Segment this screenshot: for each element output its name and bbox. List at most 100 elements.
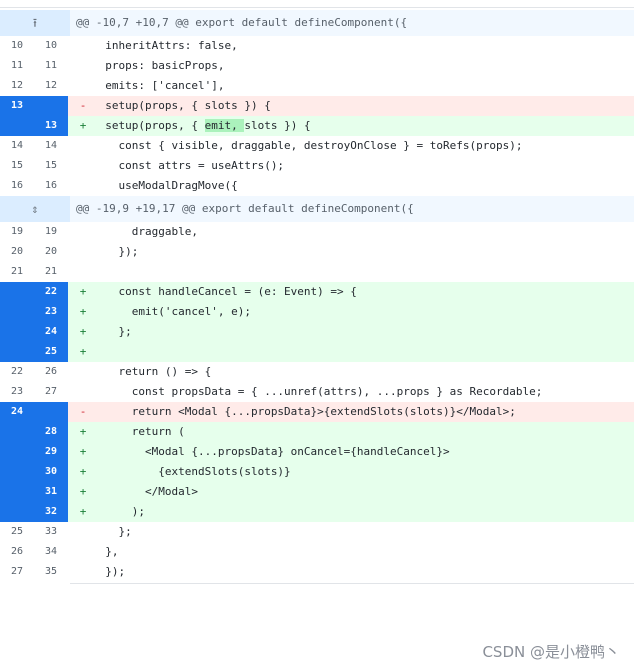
line-code: + ); — [68, 502, 634, 522]
new-line-number[interactable]: 27 — [34, 382, 68, 402]
line-code: const attrs = useAttrs(); — [68, 156, 634, 176]
watermark: CSDN @是小橙鸭丶 — [482, 643, 620, 661]
added-sign: + — [79, 345, 87, 358]
line-code: + }; — [68, 322, 634, 342]
diff-line: 21 21 — [0, 262, 634, 282]
code-text: slots }) { — [244, 119, 311, 132]
new-line-number[interactable] — [34, 96, 68, 116]
code-text: ); — [105, 505, 145, 518]
line-code: + emit('cancel', e); — [68, 302, 634, 322]
old-line-number[interactable]: 21 — [0, 262, 34, 282]
old-line-number[interactable] — [0, 442, 34, 462]
line-code: emits: ['cancel'], — [68, 76, 634, 96]
diff-line-added: 32 + ); — [0, 502, 634, 522]
new-line-number[interactable]: 13 — [34, 116, 68, 136]
old-line-number[interactable] — [0, 422, 34, 442]
new-line-number[interactable]: 23 — [34, 302, 68, 322]
new-line-number[interactable]: 22 — [34, 282, 68, 302]
code-text: emits: ['cancel'], — [105, 79, 225, 92]
new-line-number[interactable]: 33 — [34, 522, 68, 542]
code-text: </Modal> — [105, 485, 198, 498]
line-code: }); — [68, 562, 634, 582]
new-line-number[interactable]: 14 — [34, 136, 68, 156]
old-line-number[interactable] — [0, 302, 34, 322]
added-sign: + — [79, 325, 87, 338]
old-line-number[interactable]: 24 — [0, 402, 34, 422]
new-line-number[interactable] — [34, 402, 68, 422]
new-line-number[interactable]: 19 — [34, 222, 68, 242]
new-line-number[interactable]: 28 — [34, 422, 68, 442]
line-code: }; — [68, 522, 634, 542]
code-text: useModalDragMove({ — [105, 179, 238, 192]
new-line-number[interactable]: 10 — [34, 36, 68, 56]
old-line-number[interactable] — [0, 482, 34, 502]
new-line-number[interactable]: 15 — [34, 156, 68, 176]
code-text: const handleCancel = (e: Event) => { — [105, 285, 357, 298]
line-code: + {extendSlots(slots)} — [68, 462, 634, 482]
old-line-number[interactable]: 27 — [0, 562, 34, 582]
old-line-number[interactable]: 11 — [0, 56, 34, 76]
diff-line: 22 26 return () => { — [0, 362, 634, 382]
old-line-number[interactable]: 16 — [0, 176, 34, 196]
word-highlight: emit, — [204, 119, 245, 132]
old-line-number[interactable]: 14 — [0, 136, 34, 156]
new-line-number[interactable]: 35 — [34, 562, 68, 582]
code-text: return () => { — [105, 365, 212, 378]
diff-line: 25 33 }; — [0, 522, 634, 542]
added-sign: + — [79, 505, 87, 518]
new-line-number[interactable]: 20 — [34, 242, 68, 262]
line-code: }, — [68, 542, 634, 562]
line-code: return () => { — [68, 362, 634, 382]
line-code: draggable, — [68, 222, 634, 242]
code-text: const attrs = useAttrs(); — [105, 159, 285, 172]
line-code: props: basicProps, — [68, 56, 634, 76]
old-line-number[interactable]: 23 — [0, 382, 34, 402]
new-line-number[interactable]: 11 — [34, 56, 68, 76]
line-code: useModalDragMove({ — [68, 176, 634, 196]
new-line-number[interactable]: 31 — [34, 482, 68, 502]
old-line-number[interactable] — [0, 502, 34, 522]
diff-line: 14 14 const { visible, draggable, destro… — [0, 136, 634, 156]
old-line-number[interactable]: 22 — [0, 362, 34, 382]
diff-line: 15 15 const attrs = useAttrs(); — [0, 156, 634, 176]
new-line-number[interactable]: 29 — [34, 442, 68, 462]
new-line-number[interactable]: 26 — [34, 362, 68, 382]
new-line-number[interactable]: 24 — [34, 322, 68, 342]
new-line-number[interactable]: 32 — [34, 502, 68, 522]
removed-sign: - — [79, 99, 87, 112]
old-line-number[interactable]: 15 — [0, 156, 34, 176]
new-line-number[interactable]: 16 — [34, 176, 68, 196]
added-sign: + — [79, 285, 87, 298]
new-line-number[interactable]: 21 — [34, 262, 68, 282]
line-code: }); — [68, 242, 634, 262]
diff-line-added: 23 + emit('cancel', e); — [0, 302, 634, 322]
old-line-number[interactable]: 26 — [0, 542, 34, 562]
new-line-number[interactable]: 25 — [34, 342, 68, 362]
old-line-number[interactable] — [0, 322, 34, 342]
line-code: - return <Modal {...propsData}>{extendSl… — [68, 402, 634, 422]
new-line-number[interactable]: 12 — [34, 76, 68, 96]
new-line-number[interactable]: 34 — [34, 542, 68, 562]
old-line-number[interactable] — [0, 116, 34, 136]
old-line-number[interactable]: 13 — [0, 96, 34, 116]
diff-line-added: 28 + return ( — [0, 422, 634, 442]
diff-line-removed: 13 - setup(props, { slots }) { — [0, 96, 634, 116]
new-line-number[interactable]: 30 — [34, 462, 68, 482]
old-line-number[interactable]: 12 — [0, 76, 34, 96]
old-line-number[interactable] — [0, 282, 34, 302]
code-text: emit('cancel', e); — [105, 305, 251, 318]
added-sign: + — [79, 465, 87, 478]
expand-up-icon[interactable]: ⭱ — [0, 10, 70, 36]
old-line-number[interactable]: 25 — [0, 522, 34, 542]
code-text: <Modal {...propsData} onCancel={handleCa… — [105, 445, 450, 458]
code-text: setup(props, { — [105, 119, 205, 132]
old-line-number[interactable]: 10 — [0, 36, 34, 56]
old-line-number[interactable]: 19 — [0, 222, 34, 242]
old-line-number[interactable] — [0, 462, 34, 482]
old-line-number[interactable] — [0, 342, 34, 362]
added-sign: + — [79, 119, 87, 132]
diff-line-added: 22 + const handleCancel = (e: Event) => … — [0, 282, 634, 302]
old-line-number[interactable]: 20 — [0, 242, 34, 262]
expand-both-icon[interactable]: ⇕ — [0, 196, 70, 222]
hunk-header-text: @@ -19,9 +19,17 @@ export default define… — [76, 202, 414, 215]
